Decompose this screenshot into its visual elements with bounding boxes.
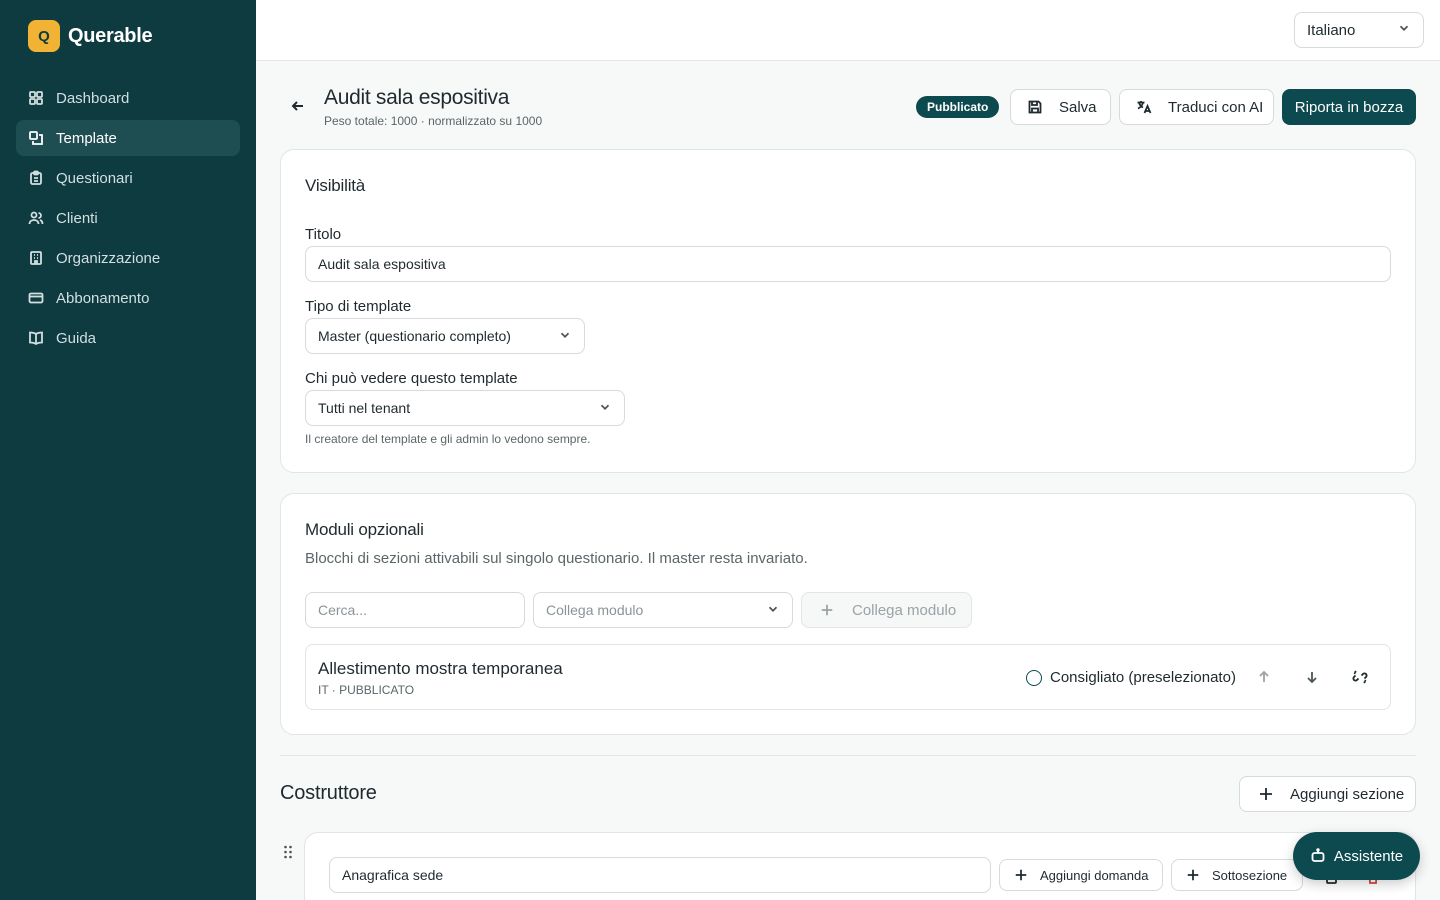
sidebar-item-label: Clienti [56, 209, 98, 227]
chevron-down-icon [1397, 21, 1411, 39]
title-label: Titolo [305, 226, 342, 243]
save-icon [1028, 100, 1042, 114]
audience-help-text: Il creatore del template e gli admin lo … [305, 432, 591, 446]
assistant-label: Assistente [1333, 847, 1404, 865]
visibility-title: Visibilità [305, 176, 366, 195]
translate-label: Traduci con AI [1168, 98, 1264, 116]
module-search-input[interactable]: Cerca... [305, 592, 525, 628]
sidebar-item-clienti[interactable]: Clienti [16, 200, 240, 236]
brand-name: Querable [68, 24, 153, 47]
topbar: Italiano [256, 0, 1440, 61]
audience-value: Tutti nel tenant [318, 400, 411, 416]
audience-label: Chi può vedere questo template [305, 370, 518, 387]
unlink-module-button[interactable] [1346, 663, 1374, 691]
back-button[interactable] [288, 96, 308, 116]
link-module-placeholder: Collega modulo [546, 602, 644, 618]
sidebar-item-questionari[interactable]: Questionari [16, 160, 240, 196]
brand[interactable]: Q Querable [28, 20, 153, 52]
clipboard-icon [28, 170, 44, 186]
revert-to-draft-button[interactable]: Riporta in bozza [1282, 89, 1416, 125]
page-title: Audit sala espositiva [324, 86, 510, 109]
recommended-label: Consigliato (preselezionato) [1050, 669, 1236, 686]
divider [280, 755, 1416, 756]
subsection-label: Sottosezione [1212, 867, 1288, 883]
sidebar-nav: Dashboard Template Questionari Clienti O… [16, 80, 240, 360]
modules-title: Moduli opzionali [305, 520, 424, 539]
status-badge: Pubblicato [916, 96, 1000, 118]
add-section-label: Aggiungi sezione [1290, 785, 1405, 803]
plus-icon [821, 604, 833, 616]
section-name-input[interactable]: Anagrafica sede [329, 857, 991, 893]
building-icon [28, 250, 44, 266]
add-question-label: Aggiungi domanda [1040, 867, 1149, 883]
add-question-button[interactable]: Aggiungi domanda [999, 859, 1163, 891]
visibility-card: Visibilità Titolo Audit sala espositiva … [280, 149, 1416, 473]
plus-icon [1015, 869, 1027, 881]
link-module-select[interactable]: Collega modulo [533, 592, 793, 628]
book-icon [28, 330, 44, 346]
template-type-label: Tipo di template [305, 298, 412, 315]
sidebar-item-label: Guida [56, 329, 97, 347]
language-value: Italiano [1307, 21, 1356, 39]
translate-icon [1137, 101, 1152, 114]
arrow-left-icon [291, 101, 303, 111]
sidebar: Q Querable Dashboard Template Questionar… [0, 0, 256, 900]
title-input[interactable]: Audit sala espositiva [305, 246, 1391, 282]
credit-card-icon [28, 290, 44, 306]
modules-description: Blocchi di sezioni attivabili sul singol… [305, 550, 808, 567]
sidebar-item-label: Abbonamento [56, 289, 150, 307]
move-up-button[interactable] [1250, 663, 1278, 691]
sidebar-item-organizzazione[interactable]: Organizzazione [16, 240, 240, 276]
section-card: Anagrafica sede Aggiungi domanda Sottose… [304, 832, 1416, 900]
module-row: Allestimento mostra temporanea IT · PUBB… [305, 644, 1391, 710]
chevron-down-icon [558, 328, 572, 345]
sidebar-item-dashboard[interactable]: Dashboard [16, 80, 240, 116]
translate-ai-button[interactable]: Traduci con AI [1119, 89, 1274, 125]
sidebar-item-guida[interactable]: Guida [16, 320, 240, 356]
recommended-radio[interactable]: Consigliato (preselezionato) [1026, 669, 1236, 686]
brand-logo: Q [28, 20, 60, 52]
add-subsection-button[interactable]: Sottosezione [1171, 859, 1303, 891]
radio-circle [1026, 669, 1042, 686]
sidebar-item-label: Dashboard [56, 89, 130, 107]
module-search-placeholder: Cerca... [318, 602, 368, 618]
arrow-down-icon [1307, 672, 1317, 684]
module-meta: IT · PUBBLICATO [318, 683, 415, 697]
link-module-button[interactable]: Collega modulo [801, 592, 972, 628]
link-module-button-label: Collega modulo [852, 601, 957, 619]
sidebar-item-template[interactable]: Template [16, 120, 240, 156]
plus-icon [1187, 869, 1199, 881]
plus-icon [1260, 788, 1272, 800]
dashboard-grid-icon [28, 90, 44, 106]
save-label: Salva [1059, 98, 1097, 116]
builder-title: Costruttore [280, 782, 377, 804]
page-subtitle: Peso totale: 1000 · normalizzato su 1000 [324, 114, 543, 128]
sidebar-item-label: Template [56, 129, 117, 147]
assistant-button[interactable]: Assistente [1293, 832, 1420, 880]
sidebar-item-label: Organizzazione [56, 249, 161, 267]
chevron-down-icon [766, 602, 780, 619]
audience-select[interactable]: Tutti nel tenant [305, 390, 625, 426]
section-name-value: Anagrafica sede [342, 867, 444, 883]
save-button[interactable]: Salva [1010, 89, 1111, 125]
move-down-button[interactable] [1298, 663, 1326, 691]
chevron-down-icon [598, 400, 612, 417]
module-name: Allestimento mostra temporanea [318, 659, 563, 678]
drag-handle-icon[interactable] [282, 844, 294, 860]
sidebar-item-label: Questionari [56, 169, 133, 187]
sidebar-item-abbonamento[interactable]: Abbonamento [16, 280, 240, 316]
unlink-icon [1352, 670, 1368, 684]
template-type-select[interactable]: Master (questionario completo) [305, 318, 585, 354]
template-stack-icon [28, 130, 44, 146]
title-input-value: Audit sala espositiva [318, 256, 446, 272]
add-section-button[interactable]: Aggiungi sezione [1239, 776, 1416, 812]
users-icon [28, 210, 44, 226]
language-select[interactable]: Italiano [1294, 12, 1424, 48]
bot-icon [1311, 848, 1325, 862]
template-type-value: Master (questionario completo) [318, 328, 511, 344]
optional-modules-card: Moduli opzionali Blocchi di sezioni atti… [280, 493, 1416, 735]
arrow-up-icon [1259, 670, 1269, 682]
